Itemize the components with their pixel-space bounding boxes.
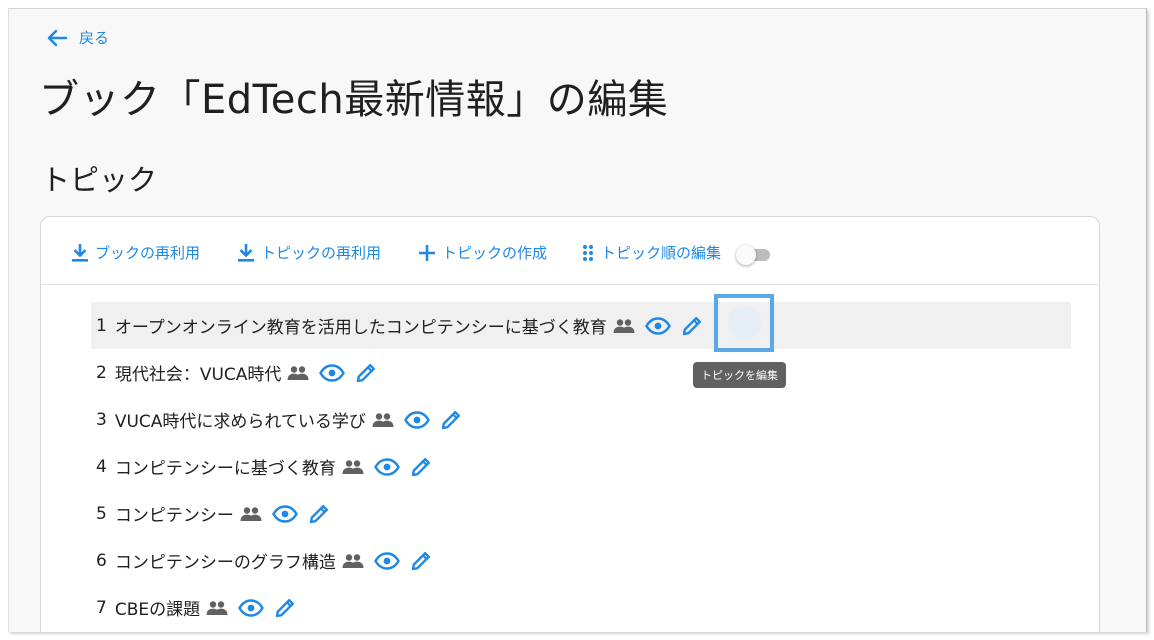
topic-list: 1 オープンオンライン教育を活用したコンピテンシーに基づく教育 2 現代社会：VUCA… bbox=[91, 302, 1071, 631]
topic-number: 3 bbox=[96, 409, 107, 430]
app-window: 戻る ブック「EdTech最新情報」の編集 トピック ブックの再利用 トピックの… bbox=[8, 8, 1147, 632]
back-link[interactable]: 戻る bbox=[47, 27, 109, 48]
drag-dots-icon bbox=[581, 243, 595, 263]
eye-icon[interactable] bbox=[271, 504, 298, 523]
topic-row[interactable]: 2 現代社会：VUCA時代 bbox=[91, 349, 1071, 396]
topic-title: CBEの課題 bbox=[114, 600, 201, 620]
topic-row[interactable]: 1 オープンオンライン教育を活用したコンピテンシーに基づく教育 bbox=[91, 302, 1071, 349]
topics-card: ブックの再利用 トピックの再利用 トピックの作成 トピック順の編集 1 オープン… bbox=[40, 216, 1100, 632]
reuse-book-button[interactable]: ブックの再利用 bbox=[71, 242, 200, 263]
eye-icon[interactable] bbox=[238, 598, 264, 617]
topic-title: VUCA時代に求められている学び bbox=[114, 412, 366, 432]
pencil-icon[interactable] bbox=[440, 409, 462, 431]
reuse-topic-button[interactable]: トピックの再利用 bbox=[237, 242, 381, 263]
people-icon bbox=[240, 506, 262, 522]
pencil-icon[interactable] bbox=[410, 550, 432, 572]
people-icon bbox=[613, 318, 635, 334]
people-icon bbox=[342, 459, 364, 475]
topic-row[interactable]: 5 コンピテンシー bbox=[91, 490, 1071, 537]
reuse-book-label: ブックの再利用 bbox=[95, 244, 201, 262]
arrow-left-icon bbox=[47, 29, 67, 47]
topic-number: 2 bbox=[96, 362, 107, 383]
page-title: ブック「EdTech最新情報」の編集 bbox=[39, 77, 669, 123]
toggle-knob bbox=[736, 245, 756, 265]
people-icon bbox=[206, 600, 228, 616]
pencil-icon[interactable] bbox=[274, 597, 296, 619]
topic-title: コンピテンシーに基づく教育 bbox=[114, 459, 336, 479]
topic-row[interactable]: 7 CBEの課題 bbox=[91, 584, 1071, 631]
topic-number: 6 bbox=[96, 550, 107, 571]
topic-number: 5 bbox=[96, 503, 107, 524]
section-title: トピック bbox=[41, 163, 158, 197]
edit-tooltip: トピックを編集 bbox=[693, 362, 786, 388]
eye-icon[interactable] bbox=[644, 316, 671, 335]
topics-toolbar: ブックの再利用 トピックの再利用 トピックの作成 トピック順の編集 bbox=[41, 217, 1099, 285]
reorder-topics-button[interactable]: トピック順の編集 bbox=[581, 242, 721, 263]
people-icon bbox=[287, 365, 309, 381]
create-topic-label: トピックの作成 bbox=[442, 244, 548, 262]
reorder-toggle[interactable] bbox=[736, 245, 772, 265]
topic-number: 7 bbox=[96, 597, 107, 618]
pencil-icon[interactable] bbox=[355, 362, 377, 384]
back-label: 戻る bbox=[79, 29, 110, 47]
topic-number: 4 bbox=[96, 456, 107, 477]
eye-icon[interactable] bbox=[319, 363, 346, 382]
download-icon bbox=[71, 243, 89, 263]
eye-icon[interactable] bbox=[373, 457, 400, 476]
topic-title: コンピテンシー bbox=[114, 506, 234, 526]
eye-icon[interactable] bbox=[373, 551, 400, 570]
topic-title: コンピテンシーのグラフ構造 bbox=[114, 553, 336, 573]
people-icon bbox=[342, 553, 364, 569]
reorder-topics-label: トピック順の編集 bbox=[601, 244, 722, 262]
pencil-icon[interactable] bbox=[410, 456, 432, 478]
topic-title: オープンオンライン教育を活用したコンピテンシーに基づく教育 bbox=[114, 318, 607, 338]
topic-row[interactable]: 6 コンピテンシーのグラフ構造 bbox=[91, 537, 1071, 584]
plus-icon bbox=[418, 244, 436, 262]
people-icon bbox=[372, 412, 394, 428]
topic-row[interactable]: 4 コンピテンシーに基づく教育 bbox=[91, 443, 1071, 490]
topic-number: 1 bbox=[96, 315, 107, 336]
reuse-topic-label: トピックの再利用 bbox=[261, 244, 382, 262]
topic-row[interactable]: 3 VUCA時代に求められている学び bbox=[91, 396, 1071, 443]
create-topic-button[interactable]: トピックの作成 bbox=[418, 242, 547, 263]
download-icon bbox=[237, 243, 255, 263]
pencil-icon[interactable] bbox=[681, 315, 703, 337]
topic-title: 現代社会：VUCA時代 bbox=[114, 365, 282, 385]
pencil-icon[interactable] bbox=[308, 503, 330, 525]
eye-icon[interactable] bbox=[404, 410, 430, 429]
